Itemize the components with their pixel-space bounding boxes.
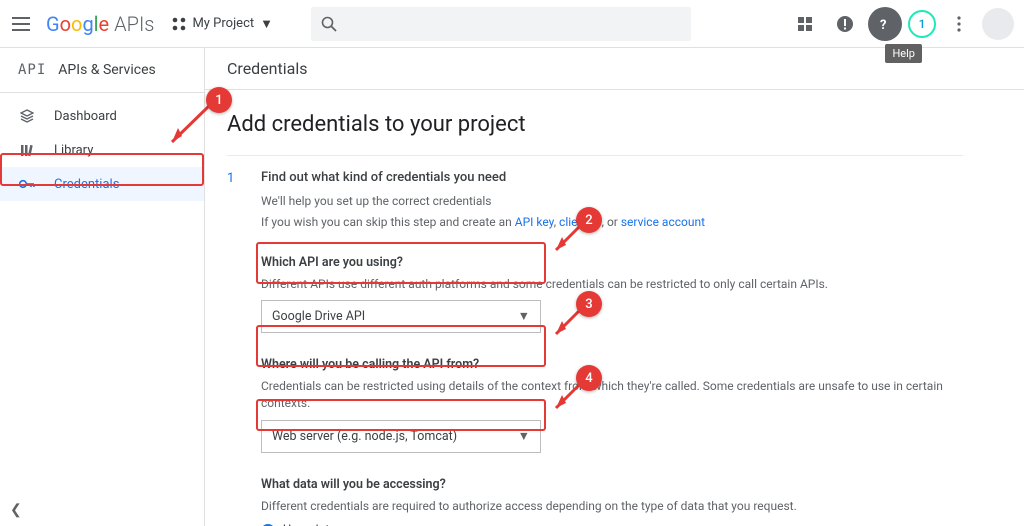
gift-icon[interactable]	[788, 7, 822, 41]
search-input[interactable]	[311, 7, 691, 41]
sidebar-item-credentials[interactable]: Credentials	[0, 167, 204, 201]
dashboard-icon	[18, 109, 36, 123]
link-api-key[interactable]: API key	[515, 215, 554, 229]
key-icon	[18, 179, 36, 189]
step-title: Find out what kind of credentials you ne…	[261, 170, 963, 185]
api-field-label: Which API are you using?	[261, 255, 963, 270]
sidebar-item-dashboard[interactable]: Dashboard	[0, 99, 204, 133]
organization-icon	[172, 17, 186, 31]
sidebar-item-library[interactable]: Library	[0, 133, 204, 167]
caret-down-icon: ▼	[518, 309, 530, 324]
sidebar-item-label: Dashboard	[54, 109, 117, 124]
collapse-sidebar-button[interactable]: ❮	[10, 502, 22, 518]
api-select-value: Google Drive API	[272, 309, 365, 324]
project-name: My Project	[192, 16, 254, 31]
api-badge-icon: API	[18, 62, 46, 78]
from-select-value: Web server (e.g. node.js, Tomcat)	[272, 429, 457, 444]
step-desc-2: If you wish you can skip this step and c…	[261, 214, 963, 231]
link-service-account[interactable]: service account	[621, 215, 705, 229]
sidebar-item-label: Credentials	[54, 177, 119, 192]
caret-down-icon: ▼	[260, 16, 273, 32]
project-picker[interactable]: My Project ▼	[172, 16, 273, 32]
api-field-hint: Different APIs use different auth platfo…	[261, 276, 963, 293]
account-avatar[interactable]	[982, 8, 1014, 40]
page-title: Credentials	[227, 59, 308, 78]
from-field-label: Where will you be calling the API from?	[261, 357, 963, 372]
caret-down-icon: ▼	[518, 429, 530, 444]
section-header: API APIs & Services	[0, 48, 204, 93]
hamburger-menu[interactable]	[4, 7, 38, 41]
search-icon	[321, 16, 337, 32]
page-title-bar: Credentials	[205, 48, 1024, 90]
library-icon	[18, 143, 36, 157]
step-number: 1	[227, 170, 245, 526]
overflow-menu-icon[interactable]	[942, 7, 976, 41]
svg-text:?: ?	[880, 18, 886, 31]
from-field-hint: Credentials can be restricted using deta…	[261, 378, 963, 412]
from-select[interactable]: Web server (e.g. node.js, Tomcat) ▼	[261, 420, 541, 453]
api-select[interactable]: Google Drive API ▼	[261, 300, 541, 333]
google-apis-logo[interactable]: Google APIs	[46, 12, 154, 36]
sidebar-item-label: Library	[54, 143, 93, 158]
alert-icon[interactable]	[828, 7, 862, 41]
step-desc-1: We'll help you set up the correct creden…	[261, 193, 963, 210]
link-client-id[interactable]: client ID	[559, 215, 602, 229]
data-field-hint: Different credentials are required to au…	[261, 498, 963, 515]
logo-suffix: APIs	[114, 12, 154, 36]
data-field-label: What data will you be accessing?	[261, 477, 963, 492]
help-icon[interactable]: ?	[868, 7, 902, 41]
notifications-badge[interactable]: 1	[908, 10, 936, 38]
section-title: APIs & Services	[58, 62, 155, 78]
page-heading: Add credentials to your project	[227, 112, 963, 137]
